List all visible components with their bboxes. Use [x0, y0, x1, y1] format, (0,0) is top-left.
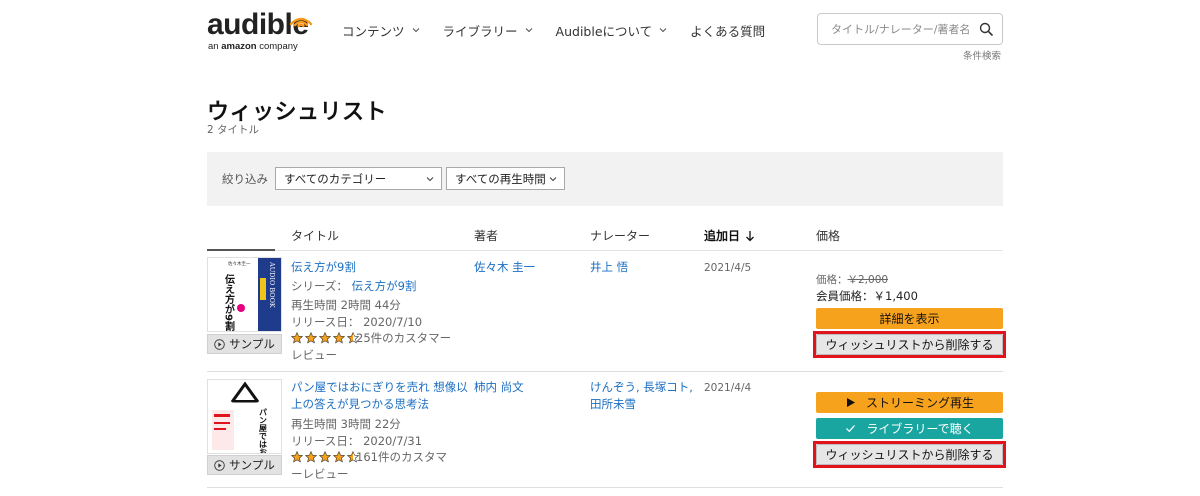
nav-library[interactable]: ライブラリー — [443, 21, 534, 39]
chevron-down-icon — [525, 28, 532, 33]
star-full-icon — [291, 451, 303, 463]
chevron-down-icon — [549, 177, 557, 182]
row-divider — [207, 487, 1003, 488]
book-cover[interactable]: 佐々木圭一 AUDIO BOOK 伝え方が9割 — [207, 257, 282, 332]
view-details-button[interactable]: 詳細を表示 — [816, 308, 1003, 329]
star-full-icon — [333, 451, 345, 463]
play-circle-icon — [214, 459, 225, 471]
site-header: audible an amazon company コンテンツ ライブラリー A… — [0, 0, 1200, 64]
title-count: 2 タイトル — [207, 124, 260, 136]
play-circle-icon — [214, 338, 225, 350]
narrator-line2: 田所未雪 — [590, 397, 636, 411]
column-header-author[interactable]: 著者 — [474, 227, 498, 244]
chevron-down-icon — [426, 177, 434, 182]
cover-art-panya: パン屋ではおにぎりを売れ — [208, 380, 281, 454]
author-link[interactable]: 柿内 尚文 — [474, 379, 524, 396]
column-header-added-label: 追加日 — [704, 229, 741, 243]
review-count: 161件のカスタマ — [356, 450, 447, 464]
filter-label: 絞り込み — [222, 172, 268, 186]
list-price: 価格：￥2,000 — [816, 274, 889, 286]
audible-logo[interactable]: audible an amazon company — [207, 8, 313, 52]
star-full-icon — [305, 451, 317, 463]
streaming-play-button[interactable]: ストリーミング再生 — [816, 392, 1003, 413]
play-icon — [846, 398, 855, 407]
release-date: リリース日： 2020/7/31 — [291, 434, 423, 448]
narrator-link[interactable]: 井上 悟 — [590, 259, 628, 276]
star-rating — [291, 332, 361, 344]
duration-select-value: すべての再生時間 — [455, 172, 546, 186]
sample-button[interactable]: サンプル — [207, 334, 282, 354]
table-header-divider — [207, 250, 1003, 251]
series-info: シリーズ： 伝え方が9割 — [291, 278, 416, 295]
column-header-narrator[interactable]: ナレーター — [590, 227, 650, 244]
svg-text:佐々木圭一: 佐々木圭一 — [228, 260, 251, 267]
runtime: 再生時間 3時間 22分 — [291, 417, 401, 431]
author-link[interactable]: 佐々木 圭一 — [474, 259, 535, 276]
svg-text:AUDIO BOOK: AUDIO BOOK — [268, 261, 276, 308]
star-rating — [291, 451, 361, 463]
nav-faq[interactable]: よくある質問 — [690, 21, 765, 39]
row-divider — [207, 371, 1003, 372]
star-full-icon — [333, 332, 345, 344]
book-title-line2: 上の答えが見つかる思考法 — [291, 397, 429, 411]
nav-about-audible[interactable]: Audibleについて — [556, 21, 669, 39]
remove-from-wishlist-button[interactable]: ウィッシュリストから削除する — [816, 444, 1003, 465]
svg-text:伝え方が9割: 伝え方が9割 — [223, 273, 235, 332]
column-header-added[interactable]: 追加日 — [704, 227, 755, 244]
search-box — [817, 13, 1003, 45]
checkmark-icon — [846, 425, 856, 433]
review-count-cont: ーレビュー — [291, 467, 349, 481]
column-header-price[interactable]: 価格 — [816, 227, 840, 244]
runtime: 再生時間 2時間 44分 — [291, 298, 401, 312]
book-title-link[interactable]: 伝え方が9割 — [291, 259, 356, 276]
listen-in-library-button[interactable]: ライブラリーで聴く — [816, 418, 1003, 439]
audible-waves-icon — [289, 17, 313, 28]
filter-bar: 絞り込み すべてのカテゴリー すべての再生時間 — [207, 152, 1003, 206]
book-title-line1: パン屋ではおにぎりを売れ 想像以 — [291, 380, 468, 394]
chevron-down-icon — [659, 28, 667, 33]
nav-contents[interactable]: コンテンツ — [342, 21, 421, 39]
review-count: 25件のカスタマー — [356, 331, 452, 345]
narrator-links[interactable]: けんぞう, 長塚コト, 田所未雪 — [590, 379, 693, 413]
duration-select[interactable]: すべての再生時間 — [446, 167, 565, 190]
series-link[interactable]: 伝え方が9割 — [352, 279, 417, 293]
svg-text:パン屋ではおにぎりを売れ: パン屋ではおにぎりを売れ — [259, 407, 268, 454]
member-price: 会員価格：￥1,400 — [816, 289, 918, 303]
cover-art-tsutaekata: 佐々木圭一 AUDIO BOOK 伝え方が9割 — [208, 258, 281, 332]
sample-button[interactable]: サンプル — [207, 455, 282, 475]
star-full-icon — [319, 451, 331, 463]
book-cover[interactable]: パン屋ではおにぎりを売れ — [207, 379, 282, 454]
main-nav: コンテンツ ライブラリー Audibleについて よくある質問 — [342, 21, 787, 39]
release-date: リリース日： 2020/7/10 — [291, 315, 423, 329]
narrator-line1: けんぞう, 長塚コト, — [590, 380, 693, 394]
search-icon[interactable] — [979, 22, 993, 36]
table-header-accent — [207, 249, 275, 251]
date-added: 2021/4/5 — [704, 262, 752, 274]
star-full-icon — [291, 332, 303, 344]
category-select[interactable]: すべてのカテゴリー — [275, 167, 442, 190]
advanced-search-link[interactable]: 条件検索 — [963, 48, 1001, 62]
chevron-down-icon — [412, 28, 419, 33]
star-full-icon — [305, 332, 317, 344]
remove-from-wishlist-button[interactable]: ウィッシュリストから削除する — [816, 334, 1003, 355]
review-count-cont: レビュー — [291, 348, 337, 362]
column-header-title[interactable]: タイトル — [291, 227, 339, 244]
star-full-icon — [319, 332, 331, 344]
book-title-link[interactable]: パン屋ではおにぎりを売れ 想像以 上の答えが見つかる思考法 — [291, 379, 468, 413]
series-label: シリーズ： — [291, 279, 348, 293]
category-select-value: すべてのカテゴリー — [284, 172, 387, 186]
logo-tagline: an amazon company — [208, 41, 298, 52]
search-input[interactable] — [819, 15, 971, 43]
sort-arrow-down-icon — [746, 230, 754, 241]
date-added: 2021/4/4 — [704, 382, 752, 394]
